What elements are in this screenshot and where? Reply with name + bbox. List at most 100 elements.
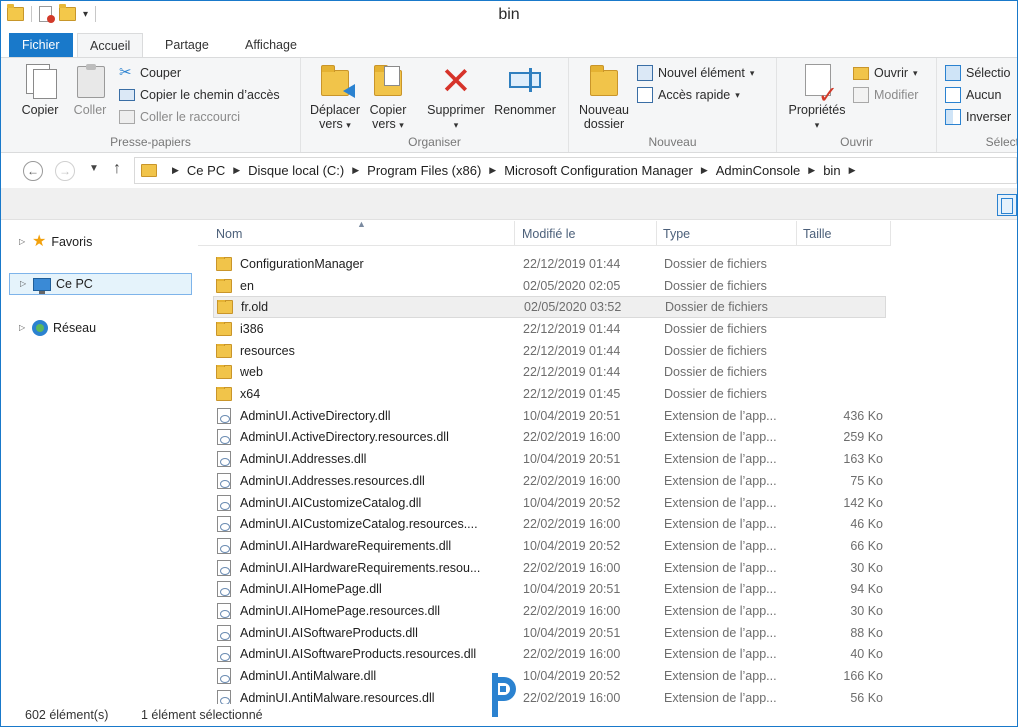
forward-arrow-icon[interactable]: → [55, 161, 75, 181]
column-header-modified[interactable]: Modifié le [516, 221, 657, 246]
file-row[interactable]: AdminUI.Addresses.resources.dll 22/02/201… [213, 470, 886, 492]
file-row[interactable]: AdminUI.AntiMalware.dll 10/04/2019 20:52 E… [213, 665, 886, 687]
breadcrumb-chevron-icon[interactable]: ▶ [808, 165, 815, 176]
breadcrumb-admin-console[interactable]: AdminConsole [716, 163, 801, 178]
folder-icon [216, 278, 232, 293]
breadcrumb-chevron-icon[interactable]: ▶ [849, 165, 856, 176]
nav-item-label: Favoris [51, 235, 93, 249]
edit-icon [853, 87, 869, 103]
paste-shortcut-button[interactable]: Coller le raccourci [119, 107, 240, 127]
file-row[interactable]: web 22/12/2019 01:44 Dossier de fichiers [213, 362, 886, 384]
dll-file-icon [217, 429, 231, 446]
tab-share[interactable]: Partage [153, 33, 221, 58]
nav-item-this-pc[interactable]: ▷ Ce PC [9, 273, 192, 295]
copy-button[interactable]: Copier [17, 62, 63, 117]
nav-item-network[interactable]: ▷ Réseau [9, 317, 192, 339]
breadcrumb-chevron-icon[interactable]: ▶ [233, 165, 240, 176]
file-row[interactable]: AdminUI.AISoftwareProducts.dll 10/04/2019… [213, 622, 886, 644]
file-row[interactable]: i386 22/12/2019 01:44 Dossier de fichiers [213, 318, 886, 340]
easy-access-button[interactable]: Accès rapide ▾ [637, 85, 740, 105]
file-type: Extension de l’app... [664, 647, 777, 662]
delete-button[interactable]: ✕ Supprimer ▾ [423, 62, 489, 132]
delete-icon: ✕ [440, 59, 472, 103]
recent-locations-chevron-icon[interactable]: ▼ [89, 163, 99, 174]
breadcrumb-local-disk[interactable]: Disque local (C:) [248, 163, 344, 178]
rename-button[interactable]: Renommer [491, 62, 559, 117]
open-label: Ouvrir [874, 66, 909, 80]
breadcrumb-config-manager[interactable]: Microsoft Configuration Manager [504, 163, 693, 178]
file-name: AdminUI.AISoftwareProducts.resources.dll [240, 647, 477, 662]
file-type: Extension de l’app... [664, 452, 777, 467]
file-row[interactable]: ConfigurationManager 22/12/2019 01:44 Doss… [213, 253, 886, 275]
select-all-button[interactable]: Sélectio [945, 63, 1010, 83]
breadcrumb-chevron-icon[interactable]: ▶ [352, 165, 359, 176]
copy-to-button[interactable]: Copier vers ▾ [363, 62, 413, 132]
file-row[interactable]: AdminUI.ActiveDirectory.resources.dll 22/… [213, 427, 886, 449]
breadcrumb-chevron-icon[interactable]: ▶ [701, 165, 708, 176]
open-button[interactable]: Ouvrir ▾ [853, 63, 918, 83]
breadcrumb-this-pc[interactable]: Ce PC [187, 163, 225, 178]
back-arrow-icon[interactable]: ← [23, 161, 43, 181]
file-row[interactable]: resources 22/12/2019 01:44 Dossier de fich… [213, 340, 886, 362]
group-label-select: Sélect [985, 135, 1018, 149]
file-modified: 22/02/2019 16:00 [523, 517, 621, 532]
up-arrow-icon[interactable]: ↑ [113, 160, 121, 178]
invert-selection-button[interactable]: Inverser [945, 107, 1011, 127]
file-modified: 10/04/2019 20:51 [523, 452, 621, 467]
file-type: Dossier de fichiers [665, 300, 768, 315]
expand-icon[interactable]: ▷ [19, 317, 27, 339]
copy-path-icon [119, 89, 135, 101]
copy-path-button[interactable]: Copier le chemin d’accès [119, 85, 280, 105]
file-row[interactable]: AdminUI.AIHomePage.resources.dll 22/02/20… [213, 600, 886, 622]
breadcrumb-chevron-icon[interactable]: ▶ [489, 165, 496, 176]
file-row[interactable]: AdminUI.AIHardwareRequirements.resou... 2… [213, 557, 886, 579]
breadcrumb-chevron-icon[interactable]: ▶ [172, 165, 179, 176]
expand-icon[interactable]: ▷ [20, 273, 28, 295]
breadcrumb-bin[interactable]: bin [823, 163, 840, 178]
file-name: x64 [240, 387, 261, 402]
new-item-button[interactable]: Nouvel élément ▾ [637, 63, 754, 83]
tab-home[interactable]: Accueil [77, 33, 144, 59]
tab-file[interactable]: Fichier [9, 33, 73, 58]
file-row[interactable]: en 02/05/2020 02:05 Dossier de fichiers [213, 275, 886, 297]
file-row[interactable]: AdminUI.AICustomizeCatalog.resources....… [213, 513, 886, 535]
file-name-cell: AdminUI.Addresses.resources.dll [216, 472, 516, 489]
preview-pane-icon[interactable] [997, 194, 1017, 216]
edit-button[interactable]: Modifier [853, 85, 918, 105]
file-row[interactable]: AdminUI.AIHardwareRequirements.dll 10/04/… [213, 535, 886, 557]
file-row[interactable]: AdminUI.ActiveDirectory.dll 10/04/2019 20… [213, 405, 886, 427]
folder-icon [216, 321, 232, 336]
network-icon [32, 320, 48, 336]
file-name: AdminUI.AntiMalware.resources.dll [240, 690, 435, 705]
column-header-type[interactable]: Type [657, 221, 797, 246]
column-header-size[interactable]: Taille [797, 221, 891, 246]
expand-icon[interactable]: ▷ [19, 231, 27, 253]
select-none-button[interactable]: Aucun [945, 85, 1001, 105]
breadcrumb-program-files[interactable]: Program Files (x86) [367, 163, 481, 178]
cut-button[interactable]: ✂ Couper [119, 63, 181, 83]
file-row[interactable]: AdminUI.AICustomizeCatalog.dll 10/04/2019… [213, 492, 886, 514]
file-row[interactable]: fr.old 02/05/2020 03:52 Dossier de fichier… [213, 296, 886, 319]
title-bar: ▾ bin [1, 1, 1017, 32]
column-header-name[interactable]: Nom [210, 221, 515, 246]
tab-view[interactable]: Affichage [233, 33, 309, 58]
file-name-cell: ConfigurationManager [216, 256, 516, 271]
copy-icon [22, 62, 58, 100]
file-name-cell: AdminUI.AIHomePage.dll [216, 581, 516, 598]
properties-button[interactable]: Propriétés ▾ [781, 62, 853, 132]
nav-item-favorites[interactable]: ▷ ★ Favoris [9, 231, 192, 253]
group-label-organize: Organiser [408, 135, 461, 149]
file-name-cell: AdminUI.AICustomizeCatalog.dll [216, 494, 516, 511]
file-row[interactable]: AdminUI.AIHomePage.dll 10/04/2019 20:51 Ex… [213, 579, 886, 601]
file-row[interactable]: AdminUI.Addresses.dll 10/04/2019 20:51 Ext… [213, 448, 886, 470]
file-size: 30 Ko [850, 604, 883, 619]
file-row[interactable]: x64 22/12/2019 01:45 Dossier de fichiers [213, 383, 886, 405]
dll-file-icon [217, 581, 231, 598]
file-row[interactable]: AdminUI.AISoftwareProducts.resources.dll… [213, 644, 886, 666]
new-folder-label: Nouveau [578, 103, 630, 117]
paste-button[interactable]: Coller [67, 62, 113, 117]
move-to-button[interactable]: Déplacer vers ▾ [307, 62, 363, 132]
new-folder-button[interactable]: Nouveau dossier [575, 62, 633, 131]
address-bar[interactable]: ▶ Ce PC ▶ Disque local (C:) ▶ Program Fi… [134, 157, 1017, 184]
paste-icon [72, 62, 108, 100]
